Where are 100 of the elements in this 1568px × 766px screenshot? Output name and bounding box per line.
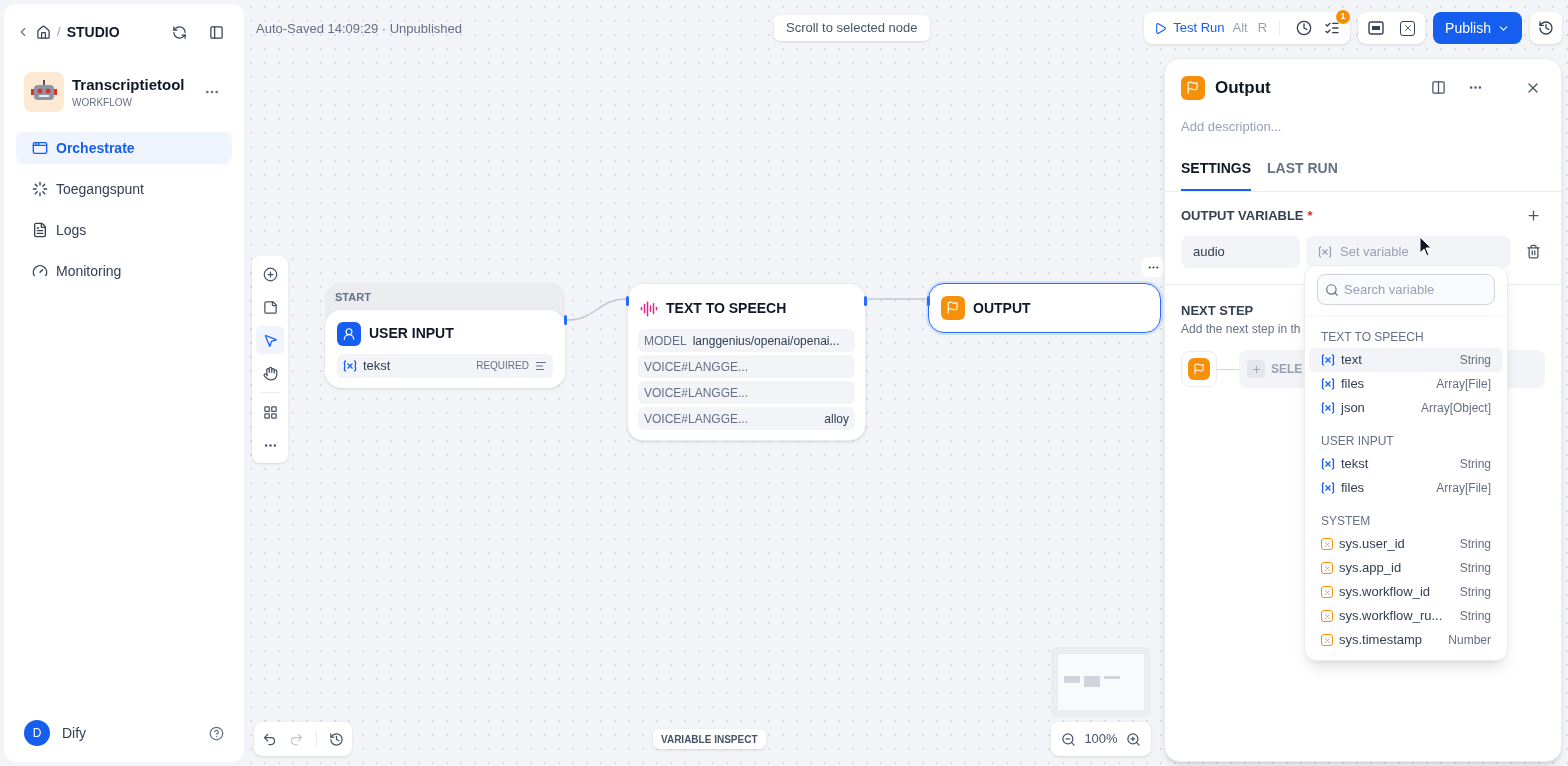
- system-variable-icon: [1321, 610, 1333, 622]
- output-node-icon: [1181, 75, 1205, 100]
- variable-option[interactable]: json Array[Object]: [1309, 396, 1503, 420]
- plus-icon: [1247, 360, 1265, 378]
- clock-icon[interactable]: [1296, 20, 1313, 36]
- home-icon[interactable]: [36, 24, 51, 40]
- history-icon[interactable]: [1530, 12, 1562, 44]
- panel-title: Output: [1215, 77, 1271, 99]
- publish-button[interactable]: Publish: [1433, 12, 1522, 44]
- param-label: MODEL: [644, 332, 687, 350]
- text-to-speech-node[interactable]: TEXT TO SPEECH MODEL langgenius/openai/openai... VOICE#LANGGE... VOICE#LANGGE... VOICE#LANGGE... alloy: [627, 283, 866, 441]
- variable-option[interactable]: files Array[File]: [1309, 372, 1503, 396]
- param-label: VOICE#LANGGE...: [644, 358, 749, 376]
- nav-item[interactable]: Logs: [16, 214, 232, 246]
- app-type: WORKFLOW: [72, 95, 133, 110]
- node-title: OUTPUT: [973, 298, 1031, 318]
- param-label: VOICE#LANGGE...: [644, 384, 749, 402]
- checklist-icon[interactable]: [1324, 20, 1341, 36]
- system-variable-icon: [1321, 634, 1333, 646]
- variable-option[interactable]: sys.workflow_ru... String: [1309, 604, 1503, 628]
- user-input-icon: [337, 321, 361, 346]
- variable-icon: [1321, 378, 1335, 390]
- split-view-icon[interactable]: [1431, 80, 1446, 96]
- group-label: TEXT TO SPEECH: [1320, 329, 1425, 346]
- undo-icon[interactable]: [262, 731, 277, 747]
- section-hint: Add the next step in th: [1181, 321, 1301, 338]
- variable-option[interactable]: text String: [1309, 348, 1503, 372]
- system-variable-icon: [1321, 562, 1333, 574]
- nav-item[interactable]: Orchestrate: [16, 132, 232, 164]
- nav-icon: [32, 140, 48, 156]
- shortcut-key: R: [1255, 18, 1270, 38]
- nav-icon: [32, 181, 48, 197]
- description-field[interactable]: Add description...: [1181, 116, 1545, 136]
- node-handle[interactable]: [564, 315, 567, 325]
- delete-icon[interactable]: [1526, 244, 1541, 259]
- save-status: Auto-Saved 14:09:29 · Unpublished: [256, 20, 462, 38]
- edge-line: [566, 297, 628, 322]
- breadcrumb-studio[interactable]: STUDIO: [66, 21, 120, 43]
- cursor-icon: [1419, 236, 1433, 258]
- variable-option[interactable]: sys.user_id String: [1309, 532, 1503, 556]
- checklist-badge: 1: [1336, 10, 1351, 24]
- nav-item[interactable]: Monitoring: [16, 255, 232, 287]
- output-node-icon: [941, 296, 965, 320]
- edge-line: [867, 297, 929, 301]
- param-value: alloy: [824, 410, 849, 428]
- test-run-button[interactable]: Test Run: [1154, 18, 1225, 38]
- search-field[interactable]: Search variable: [1317, 274, 1495, 305]
- field-name: tekst: [363, 356, 391, 375]
- panel-tab[interactable]: SETTINGS: [1181, 158, 1251, 191]
- refresh-icon[interactable]: [172, 24, 187, 40]
- node-header-label: START: [334, 290, 372, 305]
- zoom-in-icon[interactable]: [1126, 731, 1141, 747]
- start-node[interactable]: START USER INPUT tekst REQUIRED: [325, 283, 565, 388]
- section-label: NEXT STEP: [1181, 301, 1254, 320]
- add-icon[interactable]: [1526, 208, 1541, 224]
- nav-item[interactable]: Toegangspunt: [16, 173, 232, 205]
- node-menu-icon[interactable]: [1142, 257, 1164, 277]
- required-tag: REQUIRED: [476, 358, 529, 373]
- output-node-icon: [1188, 358, 1210, 380]
- variable-icon[interactable]: [1400, 20, 1416, 36]
- panel-toggle-icon[interactable]: [209, 24, 224, 40]
- env-icon[interactable]: [1368, 21, 1385, 35]
- nav-icon: [32, 263, 48, 279]
- system-variable-icon: [1321, 538, 1333, 550]
- variable-option[interactable]: tekst String: [1309, 452, 1503, 476]
- zoom-level[interactable]: 100%: [1084, 729, 1118, 749]
- text-type-icon: [535, 359, 547, 372]
- section-label: OUTPUT VARIABLE: [1181, 207, 1304, 225]
- pointer-icon[interactable]: [256, 326, 284, 354]
- variable-icon: [1318, 245, 1332, 258]
- zoom-out-icon[interactable]: [1061, 731, 1076, 747]
- node-handle[interactable]: [927, 296, 930, 306]
- user-avatar[interactable]: D: [24, 720, 50, 746]
- required-mark: *: [1307, 207, 1313, 225]
- history-icon[interactable]: [329, 731, 344, 747]
- variable-inspect-button[interactable]: VARIABLE INSPECT: [653, 729, 766, 749]
- group-label: USER INPUT: [1320, 433, 1395, 450]
- shortcut-key: Alt: [1230, 18, 1250, 38]
- variable-option[interactable]: sys.timestamp Number: [1309, 628, 1503, 652]
- nav-icon: [32, 222, 48, 238]
- param-label: VOICE#LANGGE...: [644, 410, 749, 428]
- variable-icon: [343, 359, 357, 372]
- group-label: SYSTEM: [1320, 513, 1372, 530]
- variable-name-field[interactable]: audio: [1181, 235, 1300, 268]
- variable-option[interactable]: files Array[File]: [1309, 476, 1503, 500]
- scroll-to-node-button[interactable]: Scroll to selected node: [774, 15, 930, 41]
- node-handle[interactable]: [626, 296, 629, 306]
- node-handle[interactable]: [864, 296, 867, 306]
- speech-icon: [640, 299, 658, 318]
- help-icon[interactable]: [209, 725, 224, 741]
- variable-option[interactable]: sys.workflow_id String: [1309, 580, 1503, 604]
- panel-tab[interactable]: LAST RUN: [1267, 158, 1338, 191]
- variable-icon: [1321, 354, 1335, 366]
- variable-option[interactable]: sys.app_id String: [1309, 556, 1503, 580]
- output-node[interactable]: OUTPUT: [928, 283, 1161, 333]
- user-name: Dify: [62, 723, 87, 743]
- variable-icon: [1321, 402, 1335, 414]
- breadcrumb-separator: /: [57, 23, 61, 42]
- variable-icon: [1321, 458, 1335, 470]
- search-icon: [1325, 283, 1339, 297]
